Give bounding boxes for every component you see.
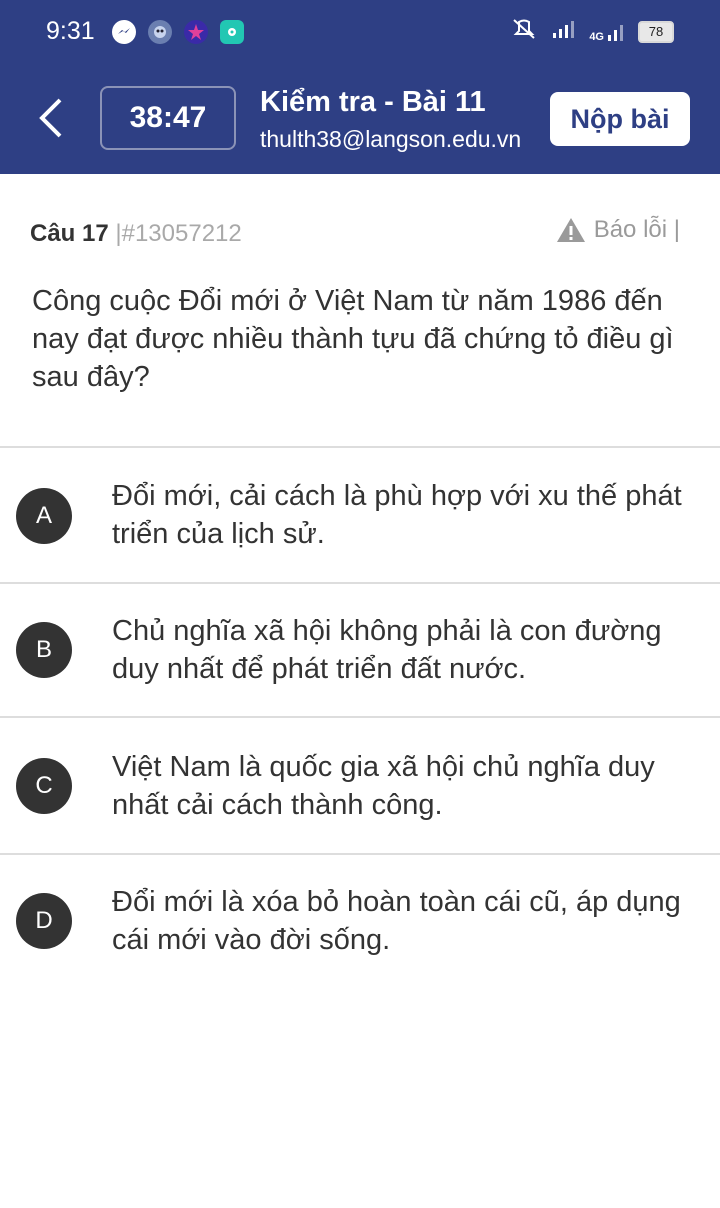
option-c[interactable]: C Việt Nam là quốc gia xã hội chủ nghĩa … (0, 718, 720, 852)
mute-icon (509, 18, 539, 45)
battery-icon: 78 (638, 20, 674, 43)
signal-icon (551, 18, 577, 45)
game-app-icon (148, 20, 172, 44)
option-letter: B (16, 622, 72, 678)
music-app-icon (220, 20, 244, 44)
option-letter: D (16, 893, 72, 949)
warning-icon (556, 218, 585, 242)
page-title: Kiểm tra - Bài 11 (260, 86, 486, 118)
messenger-icon (112, 20, 136, 44)
4g-signal-icon: 4G (589, 21, 626, 43)
report-error-button[interactable]: Báo lỗi | (556, 216, 680, 244)
option-letter: C (16, 758, 72, 814)
report-label: Báo lỗi | (593, 216, 680, 243)
option-text: Đổi mới, cải cách là phù hợp với xu thế … (112, 480, 682, 550)
status-indicators: 4G 78 (509, 18, 674, 45)
option-text: Đổi mới là xóa bỏ hoàn toàn cái cũ, áp d… (112, 886, 681, 956)
question-meta: Câu 17 |#13057212 (30, 220, 242, 248)
status-bar: 9:31 4G 78 (0, 0, 720, 62)
submit-button[interactable]: Nộp bài (550, 92, 690, 146)
app-header: 38:47 Kiểm tra - Bài 11 thulth38@langson… (0, 62, 720, 174)
chevron-left-icon (39, 98, 62, 138)
question-number: Câu 17 (30, 220, 109, 247)
notification-icons (112, 20, 244, 44)
countdown-timer: 38:47 (100, 86, 236, 150)
star-app-icon (184, 20, 208, 44)
question-id: |#13057212 (115, 220, 242, 247)
option-letter: A (16, 488, 72, 544)
option-b[interactable]: B Chủ nghĩa xã hội không phải là con đườ… (0, 584, 720, 718)
network-label: 4G (589, 30, 604, 43)
option-d[interactable]: D Đổi mới là xóa bỏ hoàn toàn cái cũ, áp… (0, 855, 720, 989)
user-email: thulth38@langson.edu.vn (260, 126, 522, 152)
question-text: Công cuộc Đổi mới ở Việt Nam từ năm 1986… (32, 285, 674, 393)
option-a[interactable]: A Đổi mới, cải cách là phù hợp với xu th… (0, 448, 720, 582)
option-text: Chủ nghĩa xã hội không phải là con đường… (112, 615, 662, 685)
back-button[interactable] (34, 96, 70, 140)
status-time: 9:31 (46, 17, 95, 45)
option-text: Việt Nam là quốc gia xã hội chủ nghĩa du… (112, 751, 655, 821)
